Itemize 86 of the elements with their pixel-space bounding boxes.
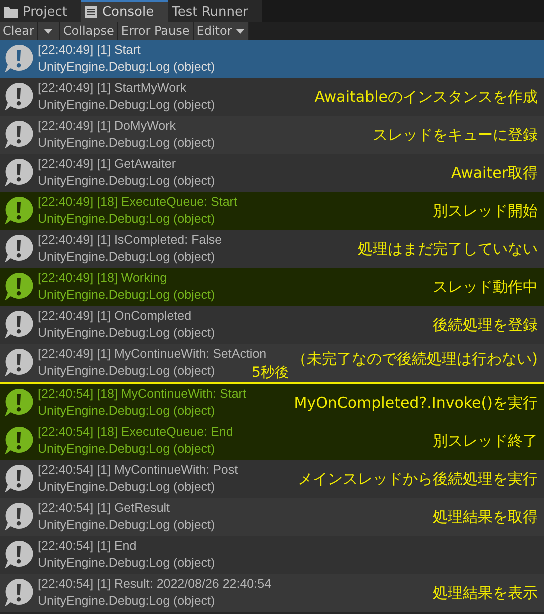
log-message: [22:40:54] [1] Result: 2022/08/26 22:40:54 [38, 576, 272, 593]
log-source: UnityEngine.Debug:Log (object) [38, 249, 216, 266]
annotation: 別スレッド終了 [433, 432, 539, 451]
tab[interactable]: Test Runner [168, 0, 262, 22]
annotation: 処理結果を表示 [433, 584, 539, 603]
log-entry[interactable]: [22:40:49] [1] DoMyWork UnityEngine.Debug:Log (object) スレッドをキューに登録 [0, 116, 544, 154]
info-icon [4, 196, 34, 226]
log-message: [22:40:49] [1] OnCompleted [38, 308, 192, 325]
log-source: UnityEngine.Debug:Log (object) [38, 593, 216, 610]
tab[interactable]: Project [0, 0, 82, 22]
info-icon [4, 158, 34, 188]
log-entry[interactable]: [22:40:54] [1] End UnityEngine.Debug:Log (object) [0, 536, 544, 574]
log-source: UnityEngine.Debug:Log (object) [38, 325, 216, 342]
log-source: UnityEngine.Debug:Log (object) [38, 211, 216, 228]
log-entry[interactable]: [22:40:49] [18] Working UnityEngine.Debug:Log (object) スレッド動作中 [0, 268, 544, 306]
info-icon [4, 502, 34, 532]
info-icon [4, 234, 34, 264]
annotation: MyOnCompleted?.Invoke()を実行 [294, 394, 539, 413]
info-icon [4, 348, 34, 378]
log-source: UnityEngine.Debug:Log (object) [38, 479, 216, 496]
caret-icon [236, 28, 246, 34]
log-entry[interactable]: [22:40:54] [18] MyContinueWith: Start UnityEngine.Debug:Log (object) MyOnCompleted?.Invoke()を実行 [0, 384, 544, 422]
info-icon [4, 578, 34, 608]
info-icon [4, 272, 34, 302]
log-entry[interactable]: [22:40:54] [18] ExecuteQueue: End UnityEngine.Debug:Log (object) 別スレッド終了 [0, 422, 544, 460]
log-source: UnityEngine.Debug:Log (object) [38, 363, 216, 380]
annotation: 別スレッド開始 [433, 202, 539, 221]
log-entry[interactable]: [22:40:49] [1] MyContinueWith: SetAction UnityEngine.Debug:Log (object) （未完了なので後続処理は行わない) 5秒後 [0, 344, 544, 384]
log-source: UnityEngine.Debug:Log (object) [38, 59, 216, 76]
log-message: [22:40:49] [1] MyContinueWith: SetAction [38, 346, 267, 363]
toolbar-button[interactable]: Error Pause [118, 22, 194, 40]
log-source: UnityEngine.Debug:Log (object) [38, 173, 216, 190]
log-source: UnityEngine.Debug:Log (object) [38, 441, 216, 458]
delay-label: 5秒後 [252, 365, 289, 382]
dropdown-button[interactable] [38, 22, 60, 40]
caret-icon [44, 28, 54, 34]
log-message: [22:40:49] [18] Working [38, 270, 168, 287]
log-source: UnityEngine.Debug:Log (object) [38, 517, 216, 534]
log-message: [22:40:49] [1] IsCompleted: False [38, 232, 222, 249]
log-message: [22:40:49] [1] Start [38, 42, 141, 59]
log-source: UnityEngine.Debug:Log (object) [38, 555, 216, 572]
info-icon [4, 120, 34, 150]
log-entry[interactable]: [22:40:49] [1] OnCompleted UnityEngine.Debug:Log (object) 後続処理を登録 [0, 306, 544, 344]
annotation: Awaitableのインスタンスを作成 [314, 88, 539, 107]
annotation: 後続処理を登録 [433, 316, 539, 335]
info-icon [4, 388, 34, 418]
log-source: UnityEngine.Debug:Log (object) [38, 287, 216, 304]
folder-icon [4, 6, 18, 18]
log-message: [22:40:54] [18] ExecuteQueue: End [38, 424, 234, 441]
log-message: [22:40:54] [1] End [38, 538, 137, 555]
annotation: 処理結果を取得 [433, 508, 539, 527]
log-entry[interactable]: [22:40:49] [1] IsCompleted: False UnityEngine.Debug:Log (object) 処理はまだ完了していない [0, 230, 544, 268]
annotation: スレッド動作中 [433, 278, 539, 297]
log-entry[interactable]: [22:40:49] [18] ExecuteQueue: Start UnityEngine.Debug:Log (object) 別スレッド開始 [0, 192, 544, 230]
info-icon [4, 44, 34, 74]
log-entry[interactable]: [22:40:49] [1] GetAwaiter UnityEngine.Debug:Log (object) Awaiter取得 [0, 154, 544, 192]
info-icon [4, 540, 34, 570]
dropdown-button[interactable]: Editor [194, 22, 250, 40]
log-message: [22:40:49] [1] StartMyWork [38, 80, 186, 97]
annotation: メインスレッドから後続処理を実行 [298, 470, 539, 489]
log-source: UnityEngine.Debug:Log (object) [38, 97, 216, 114]
log-entry[interactable]: [22:40:49] [1] Start UnityEngine.Debug:Log (object) [0, 40, 544, 78]
annotation: Awaiter取得 [451, 164, 539, 183]
annotation: （未完了なので後続処理は行わない) [292, 350, 539, 369]
toolbar-button[interactable]: Collapse [60, 22, 118, 40]
toolbar-button[interactable]: Clear [0, 22, 38, 40]
log-source: UnityEngine.Debug:Log (object) [38, 403, 216, 420]
info-icon [4, 310, 34, 340]
tab[interactable]: Console [81, 0, 168, 22]
log-message: [22:40:54] [1] MyContinueWith: Post [38, 462, 238, 479]
log-source: UnityEngine.Debug:Log (object) [38, 135, 216, 152]
log-entry[interactable]: [22:40:49] [1] StartMyWork UnityEngine.Debug:Log (object) Awaitableのインスタンスを作成 [0, 78, 544, 116]
log-entry[interactable]: [22:40:54] [1] MyContinueWith: Post UnityEngine.Debug:Log (object) メインスレッドから後続処理を実行 [0, 460, 544, 498]
log-entry[interactable]: [22:40:54] [1] Result: 2022/08/26 22:40:54 UnityEngine.Debug:Log (object) 処理結果を表示 [0, 574, 544, 612]
log-message: [22:40:54] [1] GetResult [38, 500, 170, 517]
log-message: [22:40:49] [1] DoMyWork [38, 118, 176, 135]
log-message: [22:40:49] [18] ExecuteQueue: Start [38, 194, 238, 211]
log-message: [22:40:54] [18] MyContinueWith: Start [38, 386, 246, 403]
info-icon [4, 82, 34, 112]
console-icon [85, 6, 98, 18]
log-entry[interactable]: [22:40:54] [1] GetResult UnityEngine.Debug:Log (object) 処理結果を取得 [0, 498, 544, 536]
info-icon [4, 464, 34, 494]
info-icon [4, 426, 34, 456]
annotation: スレッドをキューに登録 [373, 126, 539, 145]
annotation: 処理はまだ完了していない [358, 240, 539, 259]
log-message: [22:40:49] [1] GetAwaiter [38, 156, 176, 173]
